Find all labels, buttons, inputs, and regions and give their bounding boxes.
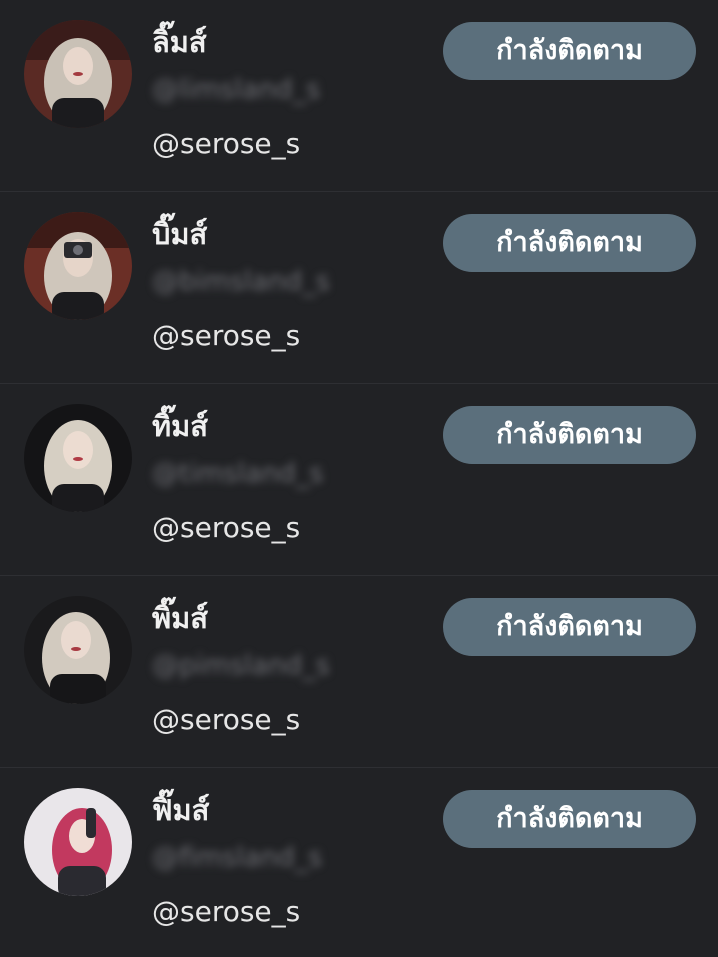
blurred-handle: @bimsland_s	[152, 266, 330, 297]
secondary-handle: @serose_s	[152, 895, 301, 928]
following-list: ลิ๊มส์ @limsland_s @serose_s กำลังติดตาม…	[0, 0, 718, 957]
following-button[interactable]: กำลังติดตาม	[443, 214, 696, 272]
following-button[interactable]: กำลังติดตาม	[443, 790, 696, 848]
secondary-handle: @serose_s	[152, 319, 301, 352]
following-button[interactable]: กำลังติดตาม	[443, 598, 696, 656]
avatar[interactable]	[24, 20, 132, 128]
avatar[interactable]	[24, 404, 132, 512]
following-button[interactable]: กำลังติดตาม	[443, 22, 696, 80]
blurred-handle: @limsland_s	[152, 74, 321, 105]
secondary-handle: @serose_s	[152, 703, 301, 736]
display-name: บิ๊มส์	[152, 217, 208, 251]
following-button[interactable]: กำลังติดตาม	[443, 406, 696, 464]
display-name: ทิ๊มส์	[152, 409, 208, 443]
display-name: พิ๊มส์	[152, 601, 208, 635]
list-item[interactable]: ทิ๊มส์ @timsland_s @serose_s กำลังติดตาม	[0, 384, 718, 576]
display-name: ฟิ๊มส์	[152, 793, 210, 827]
secondary-handle: @serose_s	[152, 127, 301, 160]
list-item[interactable]: ฟิ๊มส์ @fimsland_s @serose_s กำลังติดตาม	[0, 768, 718, 957]
secondary-handle: @serose_s	[152, 511, 301, 544]
avatar[interactable]	[24, 788, 132, 896]
blurred-handle: @pimsland_s	[152, 650, 330, 681]
list-item[interactable]: พิ๊มส์ @pimsland_s @serose_s กำลังติดตาม	[0, 576, 718, 768]
list-item[interactable]: ลิ๊มส์ @limsland_s @serose_s กำลังติดตาม	[0, 0, 718, 192]
blurred-handle: @timsland_s	[152, 458, 324, 489]
list-item[interactable]: บิ๊มส์ @bimsland_s @serose_s กำลังติดตาม	[0, 192, 718, 384]
display-name: ลิ๊มส์	[152, 25, 207, 59]
avatar[interactable]	[24, 596, 132, 704]
avatar[interactable]	[24, 212, 132, 320]
blurred-handle: @fimsland_s	[152, 842, 323, 873]
